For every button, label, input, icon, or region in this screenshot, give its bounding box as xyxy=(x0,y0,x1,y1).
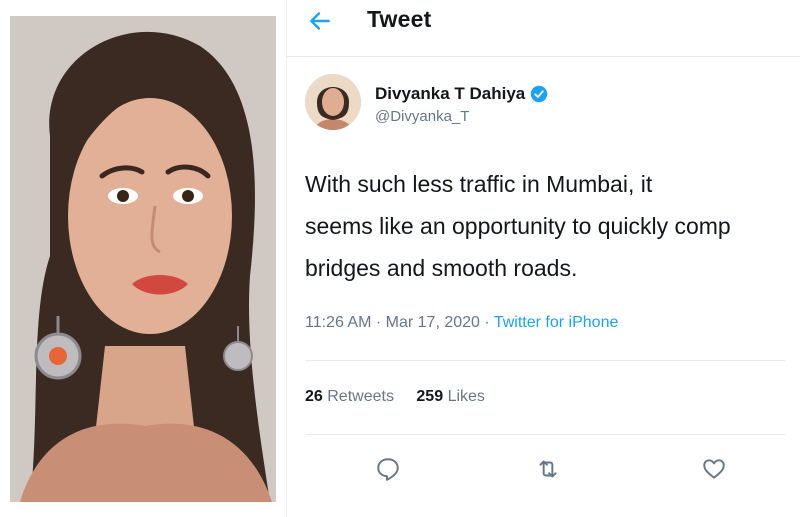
avatar-image xyxy=(305,74,361,130)
tweet-stats: 26 Retweets 259 Likes xyxy=(305,388,503,406)
stats-divider xyxy=(305,434,785,435)
author-handle[interactable]: @Divyanka_T xyxy=(375,108,469,125)
tweet-text-line: bridges and smooth roads. xyxy=(305,255,578,281)
likes-count: 259 xyxy=(416,388,444,405)
tweet-meta: 11:26 AM · Mar 17, 2020 · Twitter for iP… xyxy=(305,314,618,332)
like-icon[interactable] xyxy=(701,456,727,482)
tweet-time[interactable]: 11:26 AM xyxy=(305,314,371,331)
retweets-stat[interactable]: 26 Retweets xyxy=(305,388,394,405)
tweet-date[interactable]: Mar 17, 2020 xyxy=(386,314,480,331)
verified-badge-icon xyxy=(531,85,548,103)
author-name-row: Divyanka T Dahiya xyxy=(375,82,548,106)
meta-separator: · xyxy=(479,314,494,331)
portrait-photo xyxy=(10,16,276,502)
author-name[interactable]: Divyanka T Dahiya xyxy=(375,84,525,104)
likes-label: Likes xyxy=(447,388,485,405)
screenshot-canvas: Tweet Divyanka T Dahiya @Divyanka_T With… xyxy=(0,0,800,517)
tweet-text-line: With such less traffic in Mumbai, it xyxy=(305,171,653,197)
portrait-illustration xyxy=(10,16,276,502)
meta-separator: · xyxy=(371,314,386,331)
arrow-left-icon[interactable] xyxy=(307,8,333,34)
likes-stat[interactable]: 259 Likes xyxy=(416,388,485,405)
retweets-count: 26 xyxy=(305,388,323,405)
tweet-text-line: seems like an opportunity to quickly com… xyxy=(305,213,731,239)
tweet-text: With such less traffic in Mumbai, it see… xyxy=(305,163,795,289)
reply-icon[interactable] xyxy=(375,456,401,482)
retweets-label: Retweets xyxy=(327,388,394,405)
avatar[interactable] xyxy=(305,74,361,130)
retweet-icon[interactable] xyxy=(535,456,561,482)
tweet-header: Tweet xyxy=(287,0,800,52)
header-divider xyxy=(287,56,800,57)
tweet-actions xyxy=(287,450,800,490)
meta-divider xyxy=(305,360,785,361)
page-title: Tweet xyxy=(367,6,432,32)
tweet-panel: Tweet Divyanka T Dahiya @Divyanka_T With… xyxy=(286,0,800,517)
tweet-source-link[interactable]: Twitter for iPhone xyxy=(494,314,619,331)
